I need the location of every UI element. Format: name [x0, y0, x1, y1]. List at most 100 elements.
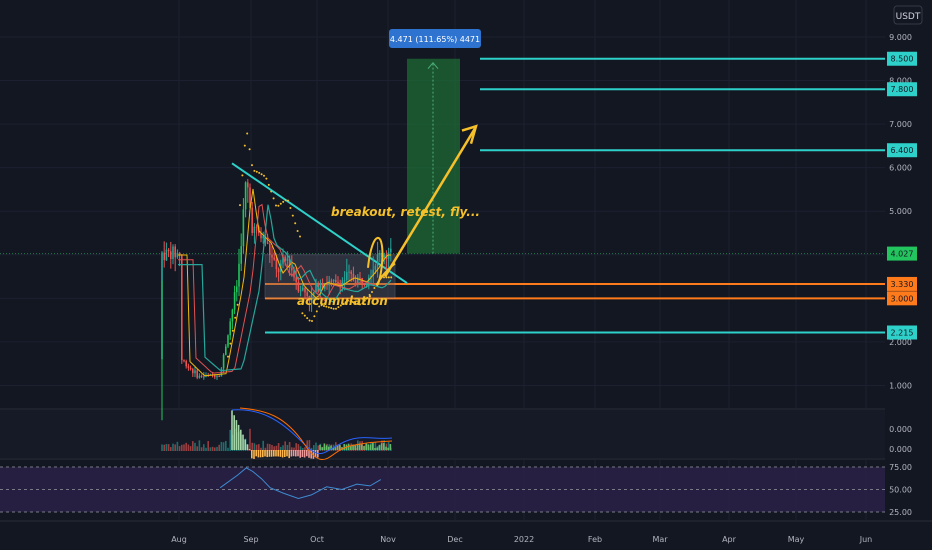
rsi-tick-label: 50.00 — [889, 486, 912, 495]
volume-bar — [205, 447, 207, 451]
candle-body — [295, 277, 297, 282]
sar-dot — [246, 132, 249, 135]
candle-body — [383, 255, 385, 258]
volume-bar — [200, 447, 203, 451]
volume-bar — [214, 447, 216, 451]
sar-dot — [251, 164, 253, 167]
sar-dot — [289, 207, 292, 210]
candle-body — [299, 290, 302, 292]
candle-body — [332, 280, 335, 282]
macd-bar — [292, 450, 295, 457]
candle-body — [350, 271, 352, 274]
macd-bar — [297, 450, 299, 457]
macd-tick-label: 0.000 — [889, 445, 912, 454]
macd-pane — [0, 410, 885, 458]
sar-dot — [236, 303, 239, 306]
macd-bar — [385, 446, 387, 450]
candle-body — [337, 281, 339, 284]
volume-bar — [209, 447, 212, 451]
sar-dot — [258, 171, 261, 174]
volume-bar — [207, 441, 209, 451]
macd-bar — [262, 450, 264, 458]
candle-body — [227, 335, 229, 347]
volume-bar — [229, 429, 231, 451]
macd-bar — [389, 444, 392, 450]
candle-body — [216, 376, 218, 378]
candle-body — [302, 287, 304, 291]
volume-bar — [165, 444, 168, 451]
candle-body — [214, 375, 216, 378]
sar-dot — [277, 204, 280, 207]
volume-bar — [277, 443, 280, 451]
candle-body — [365, 283, 368, 285]
sar-dot — [335, 307, 337, 310]
candle-body — [335, 280, 337, 282]
time-tick-label: Jun — [859, 535, 873, 544]
price-tick-label: 6.000 — [889, 164, 912, 173]
accumulation-annotation: accumulation — [297, 294, 388, 308]
candle-body — [277, 269, 280, 273]
sar-dot — [234, 316, 237, 319]
macd-bar — [237, 424, 240, 450]
candle-body — [225, 346, 227, 355]
sar-dot — [291, 214, 294, 217]
volume-bar — [249, 428, 251, 451]
candle-body — [222, 354, 225, 369]
sar-dot — [241, 174, 244, 177]
macd-bar — [244, 439, 246, 450]
sar-dot — [332, 307, 335, 310]
volume-bar — [315, 442, 317, 451]
macd-bar — [383, 443, 385, 450]
price-tick-label: 7.000 — [889, 120, 912, 129]
sar-dot — [308, 319, 311, 322]
sar-dot — [313, 315, 316, 318]
level-tag-label: 3.000 — [891, 294, 914, 303]
macd-bar — [268, 450, 271, 457]
macd-bar — [259, 450, 262, 458]
sar-dot — [299, 235, 301, 238]
candle-body — [359, 277, 361, 279]
sar-dot — [239, 204, 241, 207]
price-tick-label: 1.000 — [889, 381, 912, 390]
sar-dot — [265, 177, 268, 180]
sar-dot — [272, 197, 275, 200]
volume-bar — [183, 444, 185, 451]
candle-body — [271, 255, 273, 258]
candle-body — [247, 182, 249, 188]
candle-body — [218, 376, 220, 378]
candle-body — [291, 268, 293, 271]
candle-body — [236, 286, 238, 293]
volume-bar — [262, 440, 264, 451]
sar-dot — [301, 312, 304, 315]
sar-dot — [255, 170, 258, 173]
volume-bar — [163, 444, 165, 451]
time-tick-label: Oct — [310, 535, 324, 544]
candle-body — [348, 271, 350, 273]
macd-bar — [369, 444, 372, 450]
candle-body — [176, 252, 179, 258]
candle-body — [200, 375, 203, 377]
macd-bar — [365, 443, 367, 450]
level-tag-label: 2.215 — [891, 329, 914, 338]
candle-body — [167, 249, 170, 252]
chart: 9.0008.0007.0006.0005.0004.0003.0002.000… — [0, 0, 932, 550]
volume-bar — [227, 447, 229, 451]
measure-label: 4.471 (111.65%) 4471 — [389, 29, 481, 48]
candle-body — [189, 367, 192, 370]
candle-body — [363, 283, 366, 285]
currency-badge[interactable]: USDT — [893, 5, 923, 25]
sar-dot — [248, 148, 251, 151]
volume-bar — [194, 442, 196, 451]
macd-bar — [246, 444, 249, 450]
sar-dot — [387, 276, 390, 279]
candle-body — [330, 280, 333, 282]
macd-bar — [286, 450, 288, 457]
volume-bar — [196, 446, 198, 451]
macd-bar — [233, 415, 235, 450]
macd-bar — [319, 444, 321, 450]
volume-bar — [218, 444, 220, 451]
volume-bar — [185, 442, 187, 451]
level-tag-label: 6.400 — [891, 146, 914, 155]
breakout-annotation: breakout, retest, fly... — [331, 205, 480, 219]
candle-body — [352, 273, 355, 281]
